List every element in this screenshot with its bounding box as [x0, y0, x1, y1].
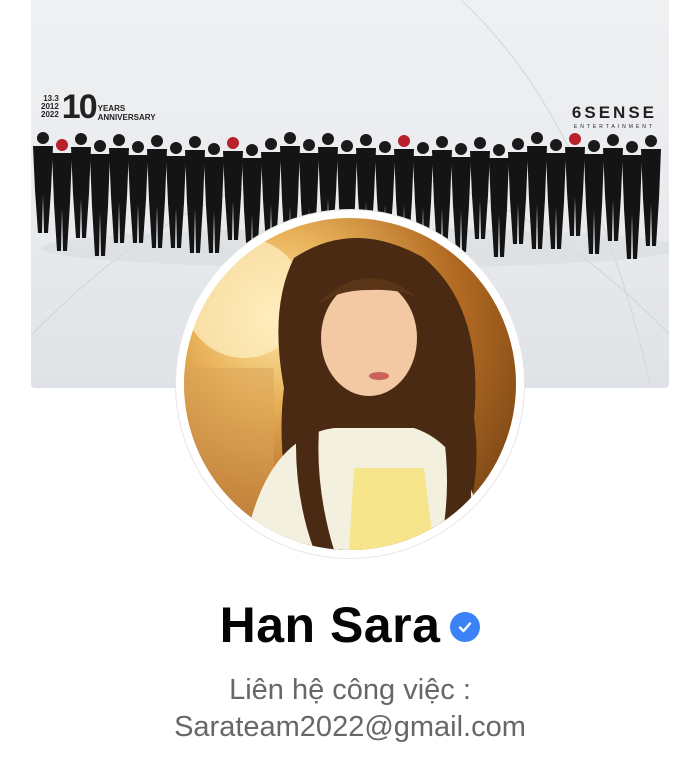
profile-name-row: Han Sara: [0, 596, 700, 654]
profile-avatar[interactable]: [176, 210, 524, 558]
avatar-illustration: [184, 238, 484, 550]
avatar-photo: [184, 218, 516, 550]
brand-logo: 6SENSE ENTERTAINMENT: [572, 103, 657, 130]
bio-line-1: Liên hệ công việc :: [229, 674, 471, 706]
profile-bio: Liên hệ công việc : Sarateam2022@gmail.c…: [0, 672, 700, 746]
brand-subtitle: ENTERTAINMENT: [573, 124, 655, 130]
anniversary-text: YEARS ANNIVERSARY: [97, 104, 156, 122]
bio-line-2[interactable]: Sarateam2022@gmail.com: [0, 709, 700, 746]
verified-badge-icon: [450, 612, 481, 642]
profile-name: Han Sara: [219, 597, 441, 653]
brand-name: 6SENSE: [571, 103, 657, 122]
anniversary-dates: 13.3 2012 2022: [41, 94, 59, 119]
profile-page: 13.3 2012 2022 10 YEARS ANNIVERSARY 6SEN…: [0, 0, 700, 775]
anniversary-number: 10: [61, 88, 98, 126]
anniversary-logo: 13.3 2012 2022 10 YEARS ANNIVERSARY: [41, 88, 156, 126]
